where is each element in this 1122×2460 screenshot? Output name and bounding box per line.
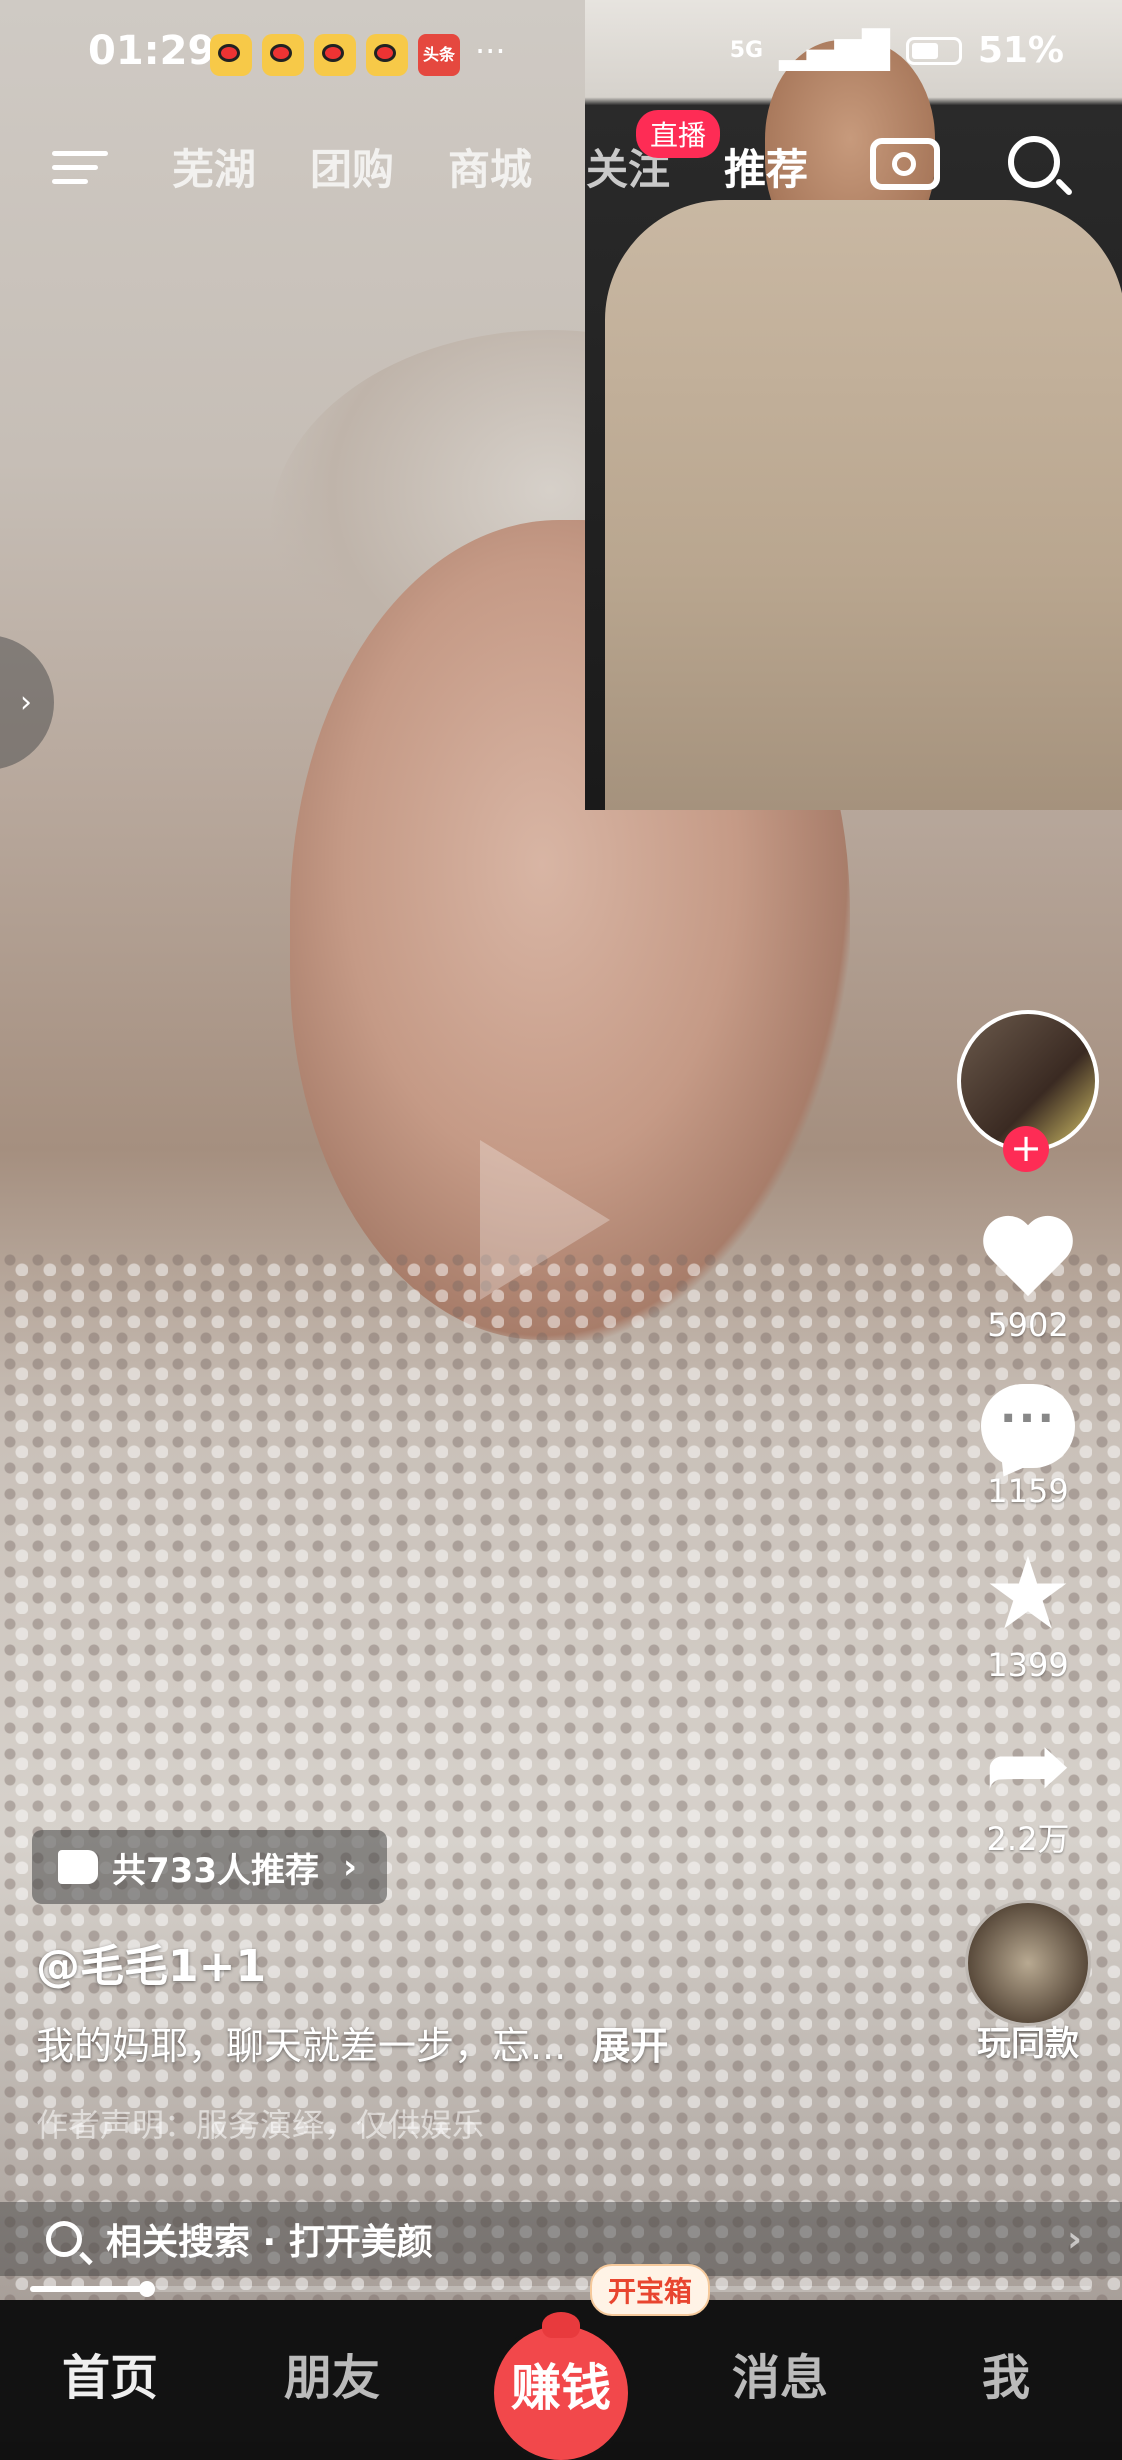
status-time: 01:29 — [88, 28, 216, 74]
status-bar: 01:29 头条 ··· 5G ▂▄▆█ 51% — [0, 0, 1122, 110]
nav-home[interactable]: 首页 — [62, 2338, 158, 2408]
chevron-right-icon: › — [1067, 2218, 1082, 2260]
signal-icon: ▂▄▆█ — [779, 30, 890, 71]
top-nav: 芜湖 团购 商城 关注 直播 推荐 — [0, 110, 1122, 210]
live-badge[interactable]: 直播 — [636, 110, 721, 158]
progress-handle[interactable] — [138, 2281, 155, 2297]
author-disclaimer: 作者声明：服务演绎，仅供娱乐 — [36, 2106, 485, 2144]
tab-wuhu[interactable]: 芜湖 — [172, 136, 256, 197]
progress-fill — [30, 2286, 147, 2292]
share-action[interactable]: ➦ 2.2万 — [948, 1717, 1108, 1860]
notification-icons: 头条 — [210, 34, 460, 76]
menu-icon[interactable] — [52, 142, 108, 193]
more-notifications-icon: ··· — [475, 32, 506, 70]
share-icon[interactable]: ➦ — [940, 1717, 1116, 1813]
recommend-text: 共733人推荐 — [112, 1850, 319, 1891]
play-icon[interactable] — [480, 1140, 610, 1300]
follow-plus-icon[interactable]: + — [1003, 1126, 1049, 1172]
weibo-icon — [314, 34, 356, 76]
search-icon[interactable] — [1008, 136, 1060, 188]
action-rail: + 5902 ··· 1159 ★ 1399 ➦ 2.2万 玩同款 — [948, 1010, 1108, 2065]
battery-percent: 51% — [977, 30, 1064, 71]
music-disc[interactable] — [965, 1900, 1091, 2026]
tab-recommend[interactable]: 推荐 — [724, 136, 808, 197]
bottom-nav: 首页 朋友 赚钱 开宝箱 消息 我 — [0, 2264, 1122, 2460]
pip-subject-body — [605, 200, 1122, 810]
comment-count: 1159 — [987, 1472, 1069, 1510]
tab-mall[interactable]: 商城 — [448, 136, 532, 197]
camera-icon[interactable] — [870, 138, 940, 190]
toutiao-icon: 头条 — [418, 34, 460, 76]
weibo-icon — [262, 34, 304, 76]
like-count: 5902 — [987, 1306, 1069, 1344]
music-label[interactable]: 玩同款 — [948, 2016, 1108, 2065]
network-type: 5G — [729, 38, 764, 63]
related-search-bar[interactable]: 相关搜索 · 打开美颜 › — [0, 2202, 1122, 2276]
nav-earn-button[interactable]: 赚钱 — [494, 2312, 628, 2460]
weibo-icon — [210, 34, 252, 76]
video-caption[interactable]: 我的妈耶，聊天就差一步，忘... 展开 — [36, 2015, 668, 2070]
like-action[interactable]: 5902 — [948, 1210, 1108, 1344]
battery-icon — [905, 36, 962, 65]
comment-action[interactable]: ··· 1159 — [948, 1384, 1108, 1510]
star-icon[interactable]: ★ — [948, 1544, 1108, 1644]
favorite-action[interactable]: ★ 1399 — [948, 1544, 1108, 1685]
nav-friends[interactable]: 朋友 — [284, 2338, 380, 2408]
tab-group-buy[interactable]: 团购 — [310, 136, 394, 197]
caption-text: 我的妈耶，聊天就差一步，忘... — [36, 2024, 567, 2068]
treasure-badge[interactable]: 开宝箱 — [590, 2264, 711, 2316]
nav-me[interactable]: 我 — [982, 2338, 1030, 2408]
author-name[interactable]: @毛毛1+1 — [36, 1930, 266, 1994]
author-avatar[interactable]: + — [957, 1010, 1099, 1172]
recommend-pill[interactable]: 共733人推荐 › — [32, 1830, 387, 1904]
video-progress-bar[interactable] — [30, 2281, 1092, 2297]
thumbs-up-icon — [58, 1850, 98, 1884]
search-icon — [46, 2221, 82, 2257]
favorite-count: 1399 — [987, 1646, 1069, 1684]
heart-icon[interactable] — [982, 1210, 1074, 1302]
nav-messages[interactable]: 消息 — [732, 2338, 828, 2408]
system-indicators: 5G ▂▄▆█ 51% — [730, 30, 1064, 71]
comment-icon[interactable]: ··· — [981, 1384, 1075, 1468]
chevron-right-icon: › — [342, 1847, 357, 1887]
expand-link[interactable]: 展开 — [592, 2024, 668, 2068]
related-search-text: 相关搜索 · 打开美颜 — [106, 2222, 433, 2263]
weibo-icon — [366, 34, 408, 76]
